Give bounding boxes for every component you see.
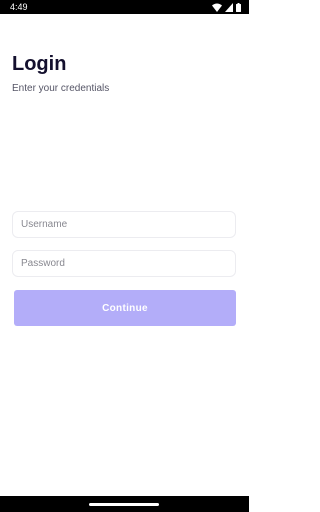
status-icons: [212, 2, 241, 12]
continue-button[interactable]: Continue: [14, 290, 236, 326]
status-time: 4:49: [10, 2, 28, 12]
wifi-icon: [212, 3, 222, 12]
battery-icon: [236, 2, 241, 12]
navigation-bar: [0, 496, 249, 512]
username-field-container: [12, 211, 236, 238]
cellular-signal-icon: [225, 2, 233, 12]
password-field[interactable]: [13, 251, 235, 276]
home-indicator[interactable]: [89, 503, 159, 506]
username-field[interactable]: [13, 212, 235, 237]
page-title: Login: [12, 53, 67, 75]
page-subtitle: Enter your credentials: [12, 83, 110, 94]
status-bar: 4:49: [0, 0, 249, 14]
password-field-container: [12, 250, 236, 277]
login-screen: 4:49 Login Enter your credentials Contin…: [0, 0, 249, 512]
